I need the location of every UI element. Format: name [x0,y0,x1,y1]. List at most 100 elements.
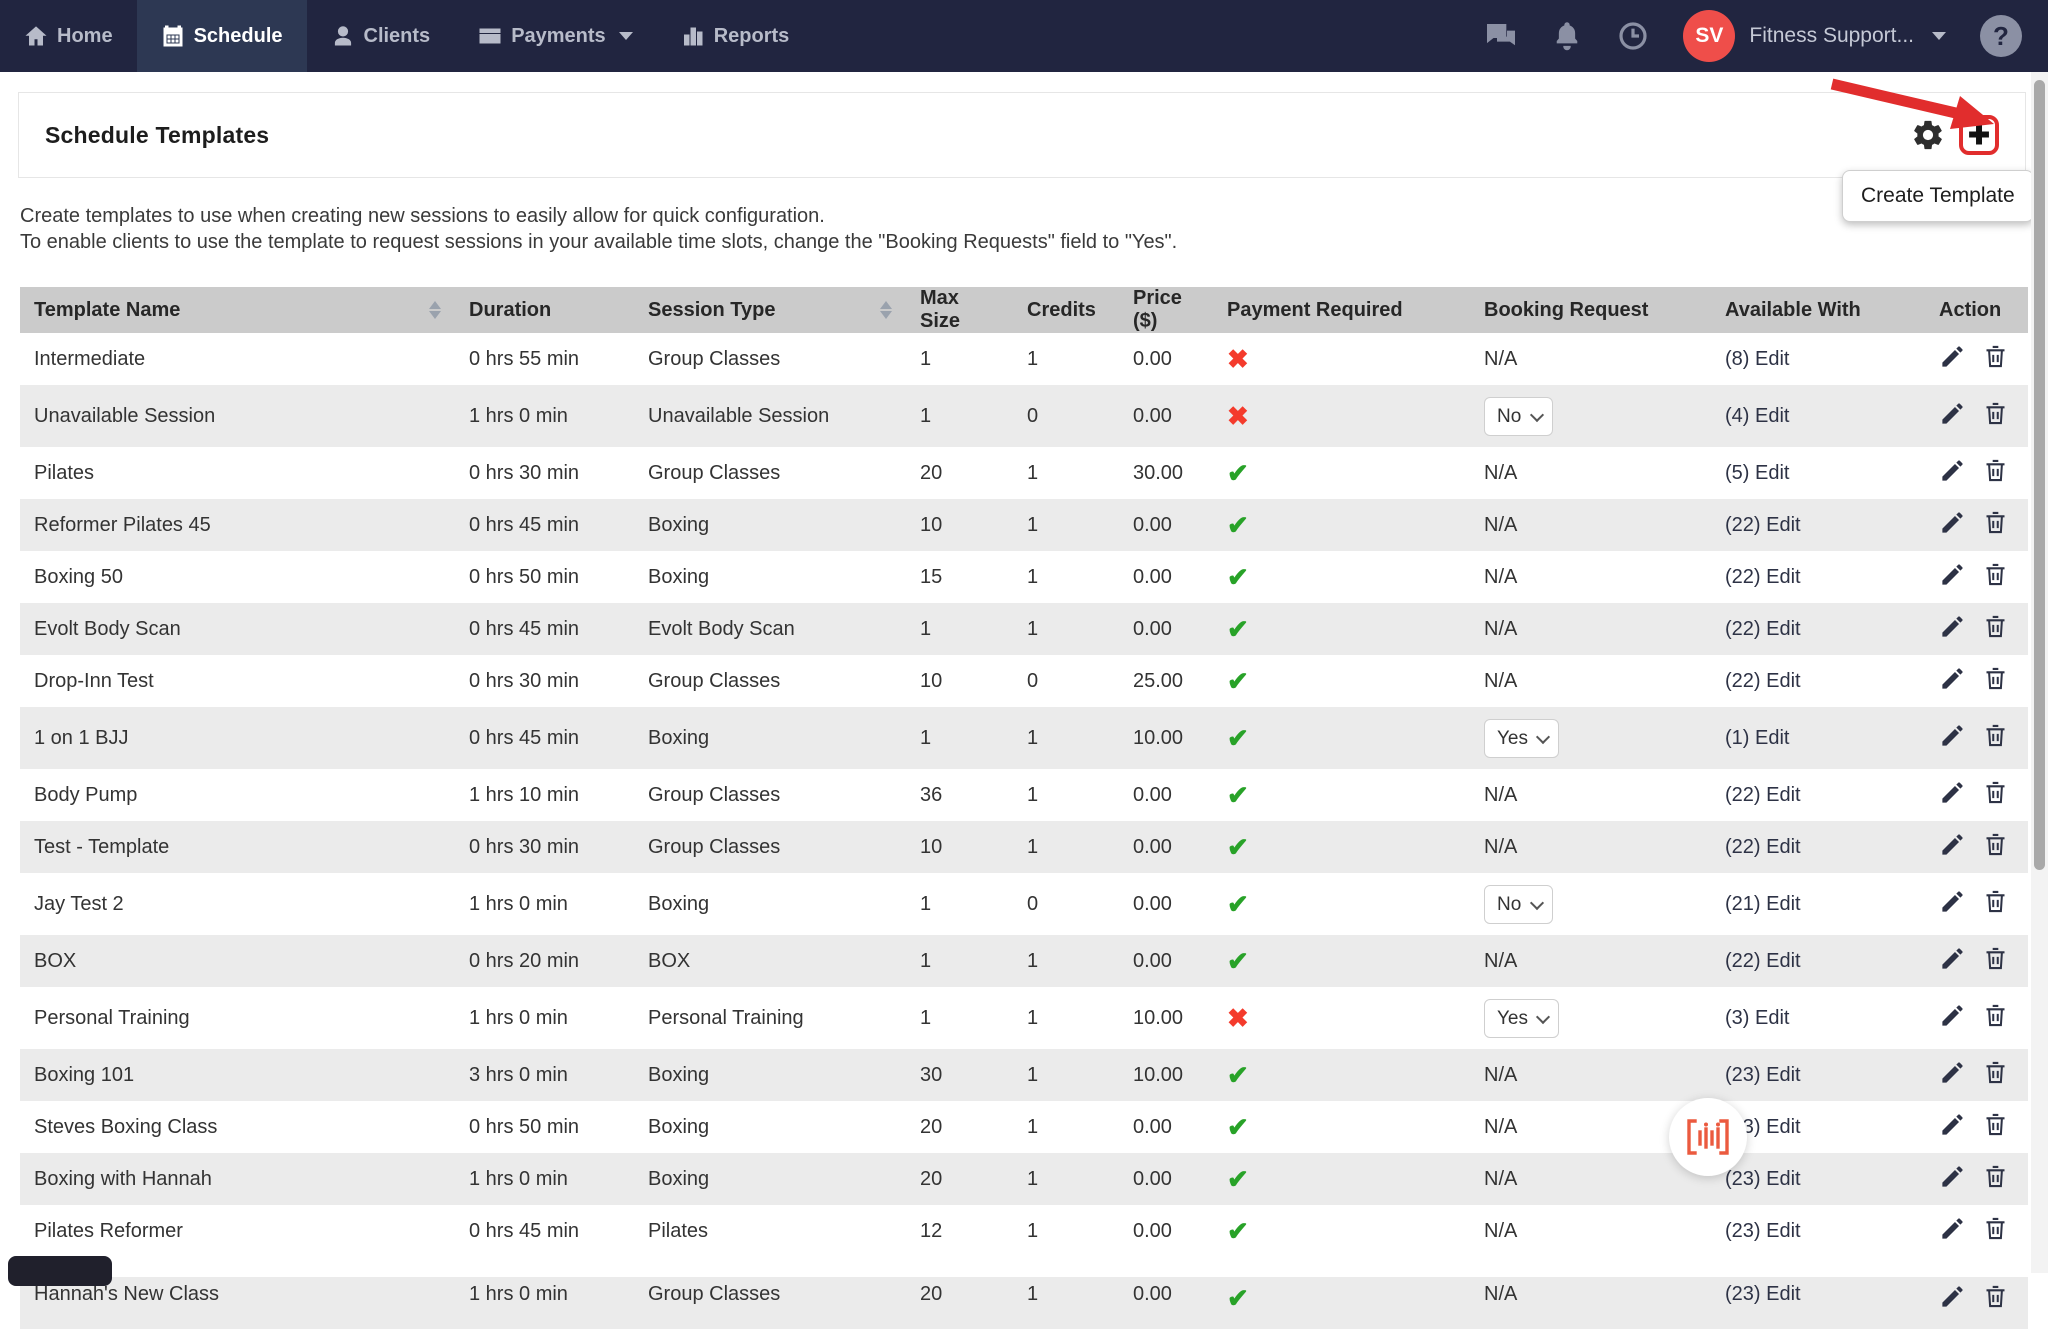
duration-cell: 0 hrs 20 min [455,935,634,987]
available-with-edit-link[interactable]: (3) Edit [1725,1007,1789,1029]
sort-arrows-icon[interactable] [429,301,441,319]
edit-pencil-icon[interactable] [1939,722,1966,749]
available-with-edit-link[interactable]: (4) Edit [1725,405,1789,427]
scrollbar-thumb[interactable] [2034,80,2045,870]
booking-request-select[interactable]: Yes [1484,719,1559,758]
action-cell [1925,655,2028,707]
column-header[interactable]: Session Type [634,287,906,333]
clock-icon[interactable] [1617,20,1649,52]
edit-pencil-icon[interactable] [1939,831,1966,858]
edit-pencil-icon[interactable] [1939,888,1966,915]
create-template-button[interactable]: ✚ [1959,115,1999,155]
duration-cell: 1 hrs 0 min [455,385,634,447]
column-label: Duration [469,299,551,322]
edit-pencil-icon[interactable] [1939,945,1966,972]
available-with-edit-link[interactable]: (22) Edit [1725,618,1801,640]
edit-pencil-icon[interactable] [1939,1283,1966,1310]
available-with-edit-link[interactable]: (23) Edit [1725,1064,1801,1086]
nav-item-payments[interactable]: Payments [454,0,657,72]
booking-request-dropdown[interactable]: Yes [1484,719,1559,758]
edit-pencil-icon[interactable] [1939,457,1966,484]
available-with-edit-link[interactable]: (1) Edit [1725,727,1789,749]
available-with-edit-link[interactable]: (22) Edit [1725,566,1801,588]
account-menu[interactable]: SV Fitness Support... [1683,10,1946,62]
template-name-cell: Reformer Pilates 45 [20,499,455,551]
edit-pencil-icon[interactable] [1939,1215,1966,1242]
delete-trash-icon[interactable] [1982,343,2009,370]
delete-trash-icon[interactable] [1982,509,2009,536]
edit-pencil-icon[interactable] [1939,1002,1966,1029]
available-with-edit-link[interactable]: (22) Edit [1725,514,1801,536]
available-with-edit-link[interactable]: (21) Edit [1725,893,1801,915]
session-type-cell: Group Classes [634,1277,906,1329]
help-icon[interactable]: ? [1980,15,2022,57]
delete-trash-icon[interactable] [1982,1163,2009,1190]
sort-arrows-icon[interactable] [880,301,892,319]
nav-item-clients[interactable]: Clients [307,0,455,72]
scan-fab-button[interactable] [1669,1098,1747,1176]
avatar[interactable]: SV [1683,10,1735,62]
column-header[interactable]: Template Name [20,287,455,333]
delete-trash-icon[interactable] [1982,665,2009,692]
check-icon: ✔ [1227,832,1249,862]
check-icon: ✔ [1227,1164,1249,1194]
edit-pencil-icon[interactable] [1939,665,1966,692]
available-with-edit-link[interactable]: (22) Edit [1725,670,1801,692]
delete-trash-icon[interactable] [1982,1002,2009,1029]
available-with-edit-link[interactable]: (8) Edit [1725,348,1789,370]
booking-request-na: N/A [1484,1283,1517,1305]
check-icon: ✔ [1227,780,1249,810]
delete-trash-icon[interactable] [1982,1111,2009,1138]
nav-item-schedule[interactable]: Schedule [137,0,307,72]
delete-trash-icon[interactable] [1982,831,2009,858]
delete-trash-icon[interactable] [1982,1283,2009,1310]
booking-request-dropdown[interactable]: Yes [1484,999,1559,1038]
delete-trash-icon[interactable] [1982,1215,2009,1242]
max-size-cell: 20 [906,1101,1013,1153]
session-type-cell: Pilates [634,1205,906,1257]
edit-pencil-icon[interactable] [1939,561,1966,588]
edit-pencil-icon[interactable] [1939,1111,1966,1138]
credits-cell: 1 [1013,333,1119,385]
delete-trash-icon[interactable] [1982,888,2009,915]
nav-item-home[interactable]: Home [0,0,137,72]
nav-item-reports[interactable]: Reports [657,0,814,72]
delete-trash-icon[interactable] [1982,400,2009,427]
template-name-cell: Boxing 101 [20,1049,455,1101]
booking-request-cell: N/A [1470,655,1711,707]
edit-pencil-icon[interactable] [1939,343,1966,370]
delete-trash-icon[interactable] [1982,779,2009,806]
booking-request-dropdown[interactable]: No [1484,397,1553,436]
booking-request-dropdown[interactable]: No [1484,885,1553,924]
available-with-edit-link[interactable]: (23) Edit [1725,1220,1801,1242]
delete-trash-icon[interactable] [1982,613,2009,640]
price-cell: 0.00 [1119,499,1213,551]
bell-icon[interactable] [1551,20,1583,52]
available-with-edit-link[interactable]: (23) Edit [1725,1168,1801,1190]
edit-pencil-icon[interactable] [1939,779,1966,806]
available-with-edit-link[interactable]: (22) Edit [1725,950,1801,972]
edit-pencil-icon[interactable] [1939,613,1966,640]
edit-pencil-icon[interactable] [1939,1059,1966,1086]
table-header-row: Template NameDurationSession TypeMax Siz… [20,287,2028,333]
booking-request-select[interactable]: No [1484,397,1553,436]
chat-icon[interactable] [1485,20,1517,52]
edit-pencil-icon[interactable] [1939,509,1966,536]
delete-trash-icon[interactable] [1982,722,2009,749]
delete-trash-icon[interactable] [1982,561,2009,588]
booking-request-select[interactable]: No [1484,885,1553,924]
booking-request-select[interactable]: Yes [1484,999,1559,1038]
available-with-edit-link[interactable]: (22) Edit [1725,784,1801,806]
available-with-edit-link[interactable]: (5) Edit [1725,462,1789,484]
edit-pencil-icon[interactable] [1939,1163,1966,1190]
delete-trash-icon[interactable] [1982,945,2009,972]
max-size-cell: 1 [906,603,1013,655]
available-with-edit-link[interactable]: (22) Edit [1725,836,1801,858]
duration-cell: 1 hrs 0 min [455,1277,634,1329]
delete-trash-icon[interactable] [1982,1059,2009,1086]
delete-trash-icon[interactable] [1982,457,2009,484]
gear-icon[interactable] [1911,118,1945,152]
edit-pencil-icon[interactable] [1939,400,1966,427]
available-with-edit-link[interactable]: (23) Edit [1725,1283,1801,1305]
action-cell [1925,1153,2028,1205]
